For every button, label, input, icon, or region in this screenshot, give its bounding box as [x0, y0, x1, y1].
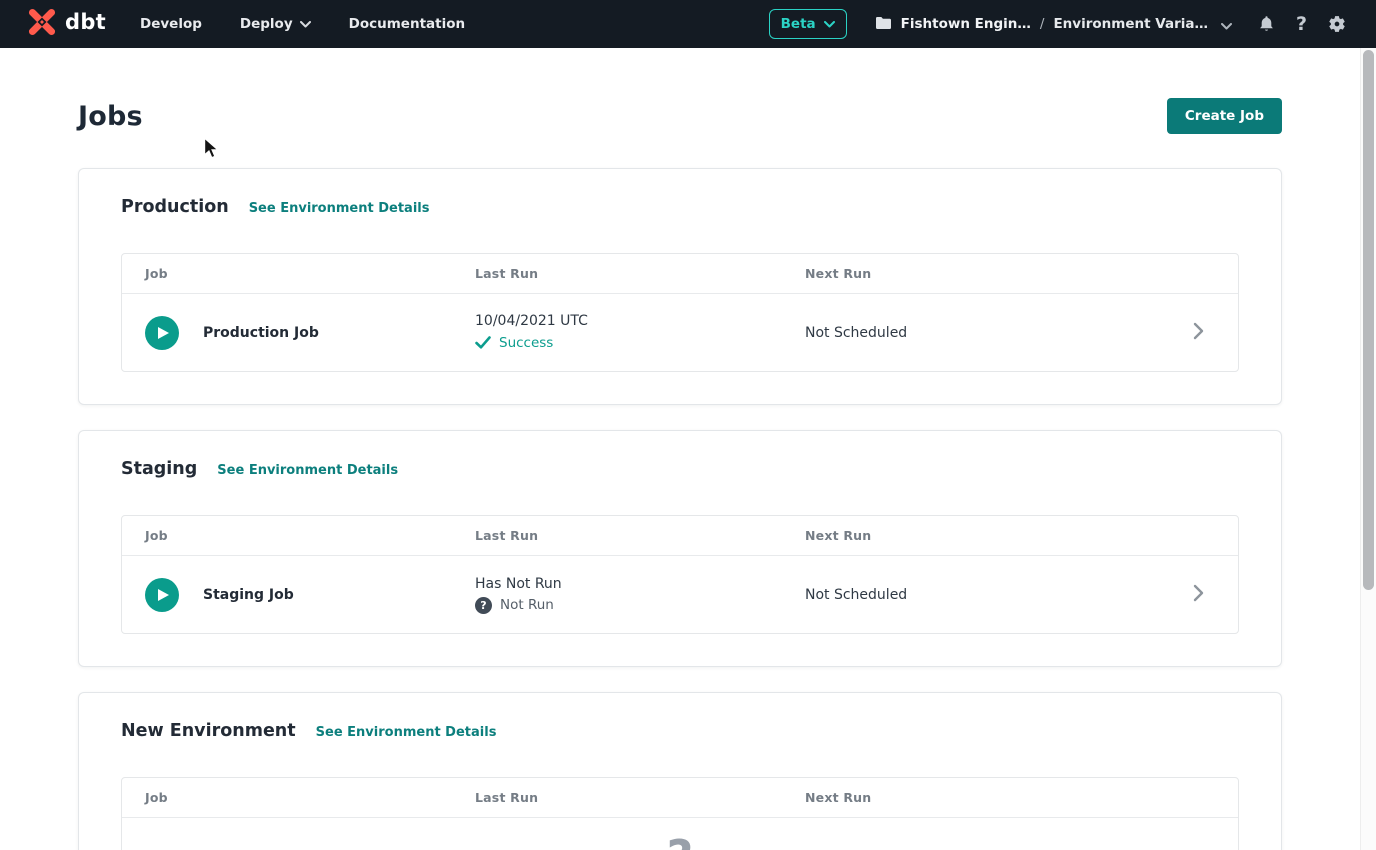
chevron-down-icon: [824, 16, 835, 32]
column-header-last-run: Last Run: [475, 790, 805, 805]
see-environment-details-link[interactable]: See Environment Details: [217, 463, 398, 478]
environment-title: Production: [121, 197, 229, 217]
last-run-date: 10/04/2021 UTC: [475, 313, 805, 329]
chevron-down-icon: [300, 16, 311, 32]
nav-item-develop[interactable]: Develop: [140, 16, 202, 32]
column-header-next-run: Next Run: [805, 790, 1158, 805]
job-row-production-job[interactable]: Production Job 10/04/2021 UTC Success No…: [122, 294, 1238, 371]
chevron-right-icon[interactable]: [1193, 584, 1204, 606]
column-header-job: Job: [145, 528, 475, 543]
next-run-value: Not Scheduled: [805, 587, 1158, 603]
environment-title: New Environment: [121, 721, 296, 741]
create-job-button[interactable]: Create Job: [1167, 98, 1282, 134]
main-content: Jobs Create Job Production See Environme…: [0, 98, 1360, 850]
help-icon[interactable]: ?: [1296, 15, 1307, 34]
breadcrumb-page[interactable]: Environment Varia…: [1053, 16, 1208, 32]
run-job-play-button[interactable]: [145, 316, 179, 350]
chevron-right-icon[interactable]: [1193, 322, 1204, 344]
breadcrumb-separator: /: [1040, 16, 1045, 32]
job-name[interactable]: Production Job: [203, 325, 319, 341]
dbt-logo-text: dbt: [65, 12, 106, 36]
table-header-row: Job Last Run Next Run: [122, 516, 1238, 556]
bell-icon[interactable]: [1258, 15, 1275, 33]
table-header-row: Job Last Run Next Run: [122, 778, 1238, 818]
column-header-next-run: Next Run: [805, 266, 1158, 281]
jobs-table: Job Last Run Next Run Production Job 10/…: [121, 253, 1239, 372]
status-badge: Not Run: [500, 597, 554, 613]
chevron-down-icon[interactable]: [1221, 15, 1232, 34]
beta-label: Beta: [781, 16, 816, 32]
job-row-staging-job[interactable]: Staging Job Has Not Run ? Not Run Not Sc…: [122, 556, 1238, 633]
jobs-table: Job Last Run Next Run ?: [121, 777, 1239, 850]
not-run-question-icon: ?: [475, 597, 492, 614]
column-header-last-run: Last Run: [475, 266, 805, 281]
job-name[interactable]: Staging Job: [203, 587, 294, 603]
see-environment-details-link[interactable]: See Environment Details: [316, 725, 497, 740]
beta-dropdown-button[interactable]: Beta: [769, 9, 847, 39]
jobs-table: Job Last Run Next Run Staging Job Has No…: [121, 515, 1239, 634]
last-run-date: Has Not Run: [475, 576, 805, 592]
table-header-row: Job Last Run Next Run: [122, 254, 1238, 294]
nav-item-documentation[interactable]: Documentation: [349, 16, 465, 32]
nav-item-deploy-label: Deploy: [240, 16, 293, 32]
nav-item-deploy[interactable]: Deploy: [240, 16, 311, 32]
vertical-scrollbar-thumb[interactable]: [1363, 50, 1374, 590]
run-job-play-button[interactable]: [145, 578, 179, 612]
breadcrumb[interactable]: Fishtown Engin… / Environment Varia…: [875, 15, 1232, 34]
gear-icon[interactable]: [1328, 15, 1346, 33]
breadcrumb-project[interactable]: Fishtown Engin…: [901, 16, 1031, 32]
column-header-next-run: Next Run: [805, 528, 1158, 543]
empty-jobs-state: ?: [122, 818, 1238, 850]
nav-item-documentation-label: Documentation: [349, 16, 465, 32]
nav-item-develop-label: Develop: [140, 16, 202, 32]
dbt-logo[interactable]: dbt: [26, 6, 106, 42]
column-header-last-run: Last Run: [475, 528, 805, 543]
see-environment-details-link[interactable]: See Environment Details: [249, 201, 430, 216]
page-title: Jobs: [78, 101, 143, 132]
next-run-value: Not Scheduled: [805, 325, 1158, 341]
environment-card-new-environment: New Environment See Environment Details …: [78, 692, 1282, 850]
environment-card-staging: Staging See Environment Details Job Last…: [78, 430, 1282, 667]
empty-state-question-icon: ?: [667, 834, 694, 850]
top-navbar: dbt Develop Deploy Documentation Beta Fi…: [0, 0, 1376, 48]
column-header-job: Job: [145, 266, 475, 281]
column-header-job: Job: [145, 790, 475, 805]
vertical-scrollbar-track[interactable]: [1360, 48, 1376, 850]
success-check-icon: [475, 334, 491, 353]
environment-card-production: Production See Environment Details Job L…: [78, 168, 1282, 405]
folder-icon: [875, 15, 892, 34]
status-badge: Success: [499, 335, 553, 351]
environment-title: Staging: [121, 459, 197, 479]
dbt-logo-icon: [26, 6, 58, 42]
